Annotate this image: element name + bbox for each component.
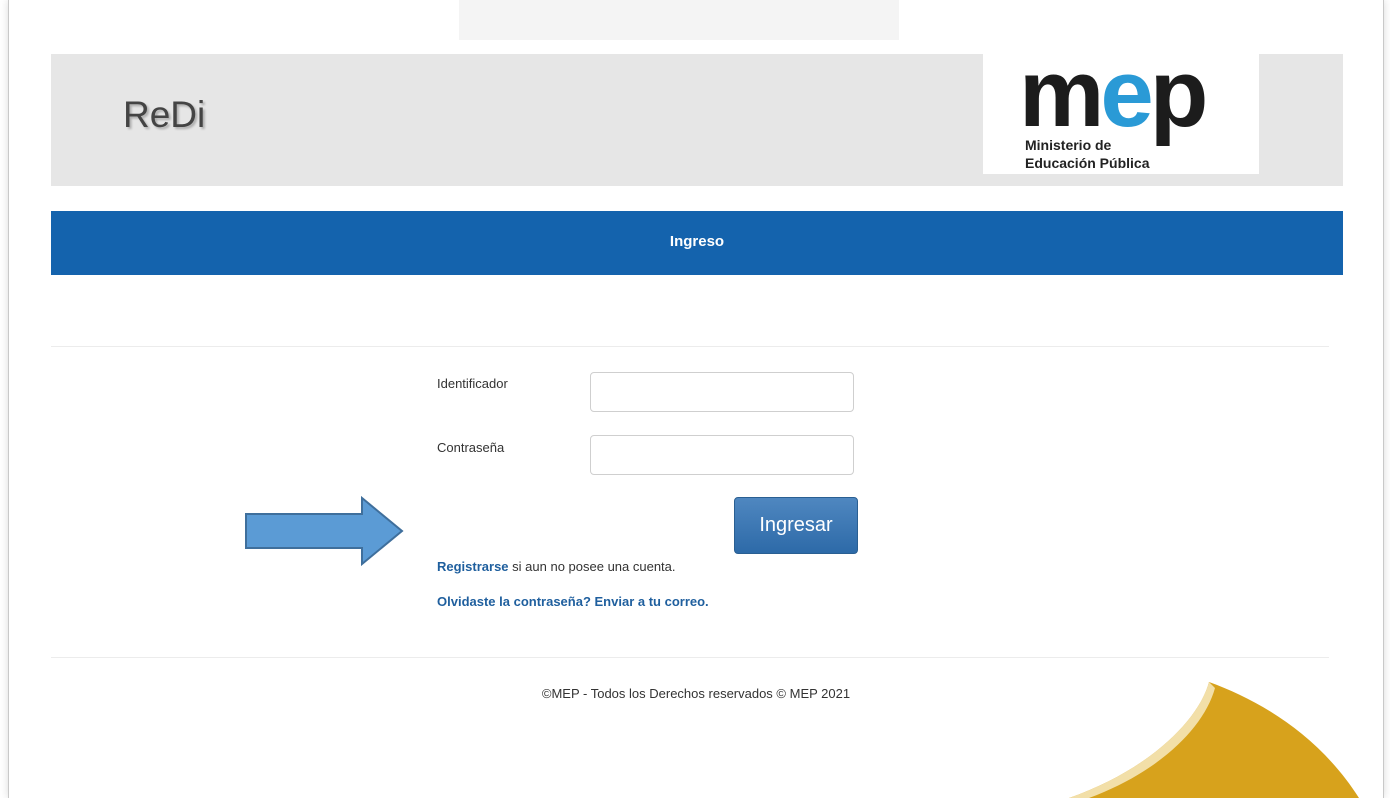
register-line: Registrarse si aun no posee una cuenta. xyxy=(437,559,676,574)
logo-letter-e: e xyxy=(1100,40,1153,147)
forgot-password-link[interactable]: Olvidaste la contraseña? Enviar a tu cor… xyxy=(437,594,709,609)
divider-top xyxy=(51,346,1329,347)
browser-page: ReDi mep Ministerio de Educación Pública… xyxy=(8,0,1384,798)
login-button[interactable]: Ingresar xyxy=(734,497,858,554)
password-label: Contraseña xyxy=(437,440,505,455)
identifier-label: Identificador xyxy=(437,376,508,391)
logo-letter-m: m xyxy=(1019,40,1104,147)
logo-subtitle: Ministerio de Educación Pública xyxy=(1025,136,1149,172)
annotation-arrow-icon xyxy=(245,496,404,566)
logo-letter-p: p xyxy=(1149,40,1209,147)
site-header: ReDi mep Ministerio de Educación Pública xyxy=(51,46,1343,186)
divider-bottom xyxy=(51,657,1329,658)
identifier-input[interactable] xyxy=(590,372,854,412)
password-input[interactable] xyxy=(590,435,854,475)
mep-logo: mep Ministerio de Educación Pública xyxy=(983,46,1259,174)
tab-ghost xyxy=(459,0,899,40)
logo-line1: Ministerio de xyxy=(1025,137,1112,153)
page-curl-decoration xyxy=(1069,682,1359,798)
register-link[interactable]: Registrarse xyxy=(437,559,509,574)
app-title: ReDi xyxy=(123,94,206,135)
forgot-line: Olvidaste la contraseña? Enviar a tu cor… xyxy=(437,594,709,609)
logo-mark: mep xyxy=(1019,46,1208,142)
logo-line2: Educación Pública xyxy=(1025,155,1150,171)
register-text: si aun no posee una cuenta. xyxy=(508,559,676,574)
navbar: Ingreso xyxy=(51,211,1343,275)
nav-title: Ingreso xyxy=(669,233,725,250)
